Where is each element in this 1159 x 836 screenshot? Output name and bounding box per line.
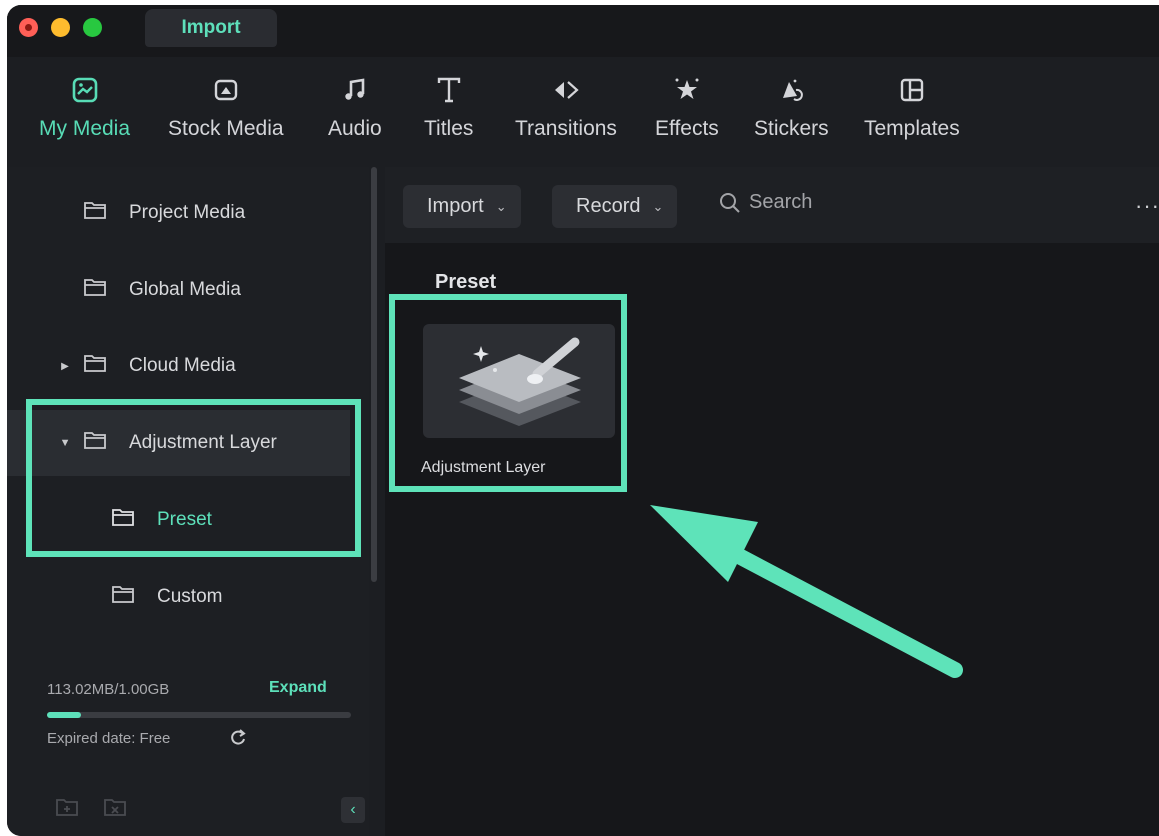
title-bar: Import <box>7 5 1159 57</box>
nav-templates[interactable]: Templates <box>864 75 960 141</box>
media-panel: Import ⌄ Record ⌄ Search ··· Preset Adju… <box>385 167 1159 836</box>
search-input[interactable]: Search <box>719 191 812 214</box>
sidebar-item-label: Project Media <box>129 202 246 223</box>
expand-arrow-icon[interactable]: ▶ <box>60 361 70 372</box>
record-label: Record <box>576 195 641 217</box>
sidebar-item-label: Custom <box>157 586 223 607</box>
nav-label: Titles <box>424 117 474 140</box>
expand-storage-link[interactable]: Expand <box>269 679 327 697</box>
adjustment-layer-icon <box>459 337 581 426</box>
chevron-down-icon: ⌄ <box>652 198 664 214</box>
sidebar-item-adjustment-layer[interactable]: ▼ Adjustment Layer <box>7 410 350 476</box>
folder-icon <box>83 277 107 303</box>
sidebar-item-label: Global Media <box>129 279 241 300</box>
nav-label: My Media <box>39 117 131 140</box>
sidebar-item-preset[interactable]: Preset <box>7 487 350 553</box>
folder-icon <box>111 584 135 610</box>
nav-audio[interactable]: Audio <box>328 75 382 141</box>
nav-label: Stock Media <box>168 117 284 140</box>
nav-stock-media[interactable]: Stock Media <box>168 75 284 141</box>
refresh-icon[interactable] <box>229 728 247 751</box>
import-dropdown-button[interactable]: Import ⌄ <box>403 185 521 228</box>
more-options-button[interactable]: ··· <box>1135 193 1159 219</box>
nav-label: Templates <box>864 117 960 140</box>
nav-effects[interactable]: Effects <box>655 75 719 141</box>
sidebar-scrollbar[interactable] <box>371 167 377 582</box>
sticker-icon <box>776 75 806 105</box>
nav-label: Stickers <box>754 117 829 140</box>
stock-media-icon <box>211 75 241 105</box>
template-icon <box>897 75 927 105</box>
media-thumbnail[interactable] <box>423 324 615 438</box>
search-icon <box>719 192 741 214</box>
sidebar-item-label: Cloud Media <box>129 355 236 376</box>
nav-label: Transitions <box>515 117 617 140</box>
expired-date: Expired date: Free <box>47 730 171 747</box>
music-note-icon <box>340 75 370 105</box>
app-window: Import My Media Stock Media Audio Titles… <box>7 5 1159 836</box>
folder-icon <box>111 507 135 533</box>
sidebar-item-label: Adjustment Layer <box>129 432 277 453</box>
chevron-left-icon: ‹ <box>350 801 356 818</box>
delete-folder-icon[interactable] <box>103 797 127 822</box>
sidebar-bottom-actions <box>55 797 127 822</box>
star-effect-icon <box>672 75 702 105</box>
transition-icon <box>551 75 581 105</box>
folder-icon <box>83 353 107 379</box>
minimize-window-button[interactable] <box>51 18 70 37</box>
text-t-icon <box>434 75 464 105</box>
maximize-window-button[interactable] <box>83 18 102 37</box>
my-media-icon <box>70 75 100 105</box>
collapse-arrow-icon[interactable]: ▼ <box>60 437 71 449</box>
record-dropdown-button[interactable]: Record ⌄ <box>552 185 678 228</box>
media-item-label: Adjustment Layer <box>421 459 546 476</box>
sidebar-item-global-media[interactable]: Global Media <box>7 257 350 323</box>
close-window-button[interactable] <box>19 18 38 37</box>
collapse-sidebar-button[interactable]: ‹ <box>341 797 365 823</box>
new-folder-icon[interactable] <box>55 797 79 822</box>
nav-transitions[interactable]: Transitions <box>515 75 617 141</box>
sidebar-item-label: Preset <box>157 509 212 530</box>
nav-label: Audio <box>328 117 382 140</box>
chevron-down-icon: ⌄ <box>495 198 507 214</box>
sidebar-item-custom[interactable]: Custom <box>7 564 350 630</box>
top-nav: My Media Stock Media Audio Titles Transi… <box>7 57 1159 167</box>
import-label: Import <box>427 195 484 217</box>
nav-titles[interactable]: Titles <box>424 75 473 141</box>
storage-progress-fill <box>47 712 82 718</box>
media-toolbar: Import ⌄ Record ⌄ Search ··· <box>385 167 1159 243</box>
sidebar-item-project-media[interactable]: Project Media <box>7 180 350 246</box>
nav-label: Effects <box>655 117 719 140</box>
storage-progress-bar <box>47 712 351 718</box>
section-title: Preset <box>435 271 497 293</box>
folder-icon <box>83 430 107 456</box>
nav-my-media[interactable]: My Media <box>39 75 130 141</box>
search-placeholder: Search <box>749 191 813 213</box>
folder-icon <box>83 200 107 226</box>
sidebar-item-cloud-media[interactable]: ▶ Cloud Media <box>7 333 350 399</box>
nav-stickers[interactable]: Stickers <box>754 75 829 141</box>
storage-usage: 113.02MB/1.00GB <box>47 681 170 698</box>
import-tab[interactable]: Import <box>145 9 277 47</box>
